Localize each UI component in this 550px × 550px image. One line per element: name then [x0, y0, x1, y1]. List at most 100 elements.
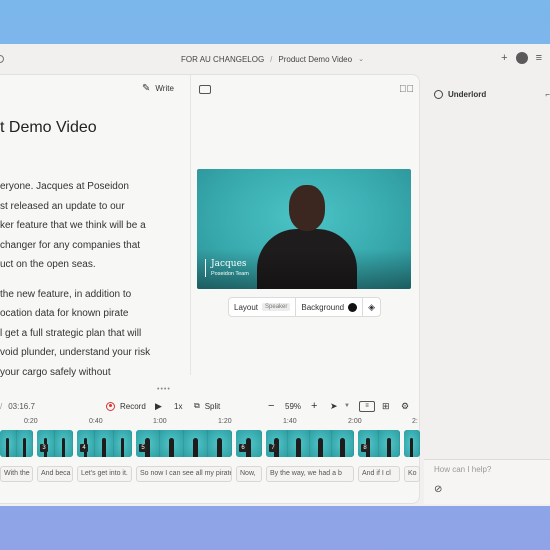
- window-control-icon[interactable]: [0, 55, 4, 63]
- paragraph: eryone. Jacques at Poseidon st released …: [0, 177, 190, 275]
- assistant-name: Underlord: [448, 90, 487, 99]
- app-window: FOR AU CHANGELOG / Product Demo Video ⌄ …: [0, 44, 550, 506]
- chevron-down-icon[interactable]: ⌄: [358, 55, 364, 63]
- assistant-header[interactable]: Underlord: [434, 90, 486, 99]
- lower-third-name: Jacques: [211, 259, 247, 269]
- lower-third-title: Poseidon Team: [211, 271, 249, 277]
- text-line: ocation data for known pirate: [0, 308, 129, 319]
- zoom-out-icon[interactable]: −: [268, 400, 274, 412]
- layers-button[interactable]: ◈: [362, 298, 380, 316]
- settings-sliders-icon[interactable]: ⚙: [401, 401, 409, 412]
- text-line: uct on the open seas.: [0, 259, 96, 270]
- text-line: your cargo safely without: [0, 366, 111, 378]
- ruler-tick: 2:00: [348, 418, 362, 425]
- video-clip[interactable]: 3: [37, 430, 73, 457]
- clip-number: 5: [139, 444, 147, 452]
- background-label: Background: [301, 302, 345, 312]
- background-button[interactable]: Background: [295, 298, 362, 316]
- text-line: the new feature, in addition to: [0, 288, 132, 300]
- menu-icon[interactable]: ≡: [536, 52, 542, 64]
- text-line: l get a full strategic plan that will: [0, 327, 142, 339]
- top-right-actions: + ≡: [501, 52, 542, 64]
- split-label: Split: [204, 401, 221, 411]
- video-clip[interactable]: 5: [136, 430, 232, 457]
- captions-icon[interactable]: ≡: [359, 400, 375, 412]
- panel-divider[interactable]: [190, 75, 191, 375]
- ruler-tick: 1:00: [153, 418, 167, 425]
- video-preview[interactable]: Jacques Poseidon Team: [197, 169, 411, 289]
- text-line: eryone. Jacques at Poseidon: [0, 181, 129, 192]
- duration: / 03:16.7: [0, 402, 35, 411]
- caption-clip[interactable]: And beca: [37, 466, 73, 482]
- background-swatch: [348, 302, 358, 312]
- clip-number: 4: [80, 444, 88, 452]
- play-icon[interactable]: ▶: [155, 401, 162, 412]
- ruler-tick: 0:40: [89, 418, 103, 425]
- text-line: void plunder, understand your risk: [0, 347, 151, 358]
- scene-controls: Layout Speaker Background ◈: [228, 297, 382, 317]
- timeline-ruler[interactable]: 0:20 0:40 1:00 1:20 1:40 2:00 2:: [0, 418, 420, 430]
- lower-third: Jacques Poseidon Team: [205, 259, 249, 277]
- split-button[interactable]: ⧉ Split: [194, 401, 220, 411]
- avatar[interactable]: [515, 52, 528, 64]
- ruler-tick: 1:40: [283, 418, 297, 425]
- split-icon: ⧉: [194, 401, 200, 410]
- assistant-sidebar: Underlord ⌐ How can I help? ⊘: [424, 74, 550, 504]
- more-icon[interactable]: ⌐: [545, 90, 550, 99]
- resize-handle[interactable]: ••••: [157, 386, 171, 393]
- zoom-level[interactable]: 59%: [285, 402, 301, 411]
- duration-value: 03:16.7: [8, 401, 35, 411]
- zoom-in-icon[interactable]: +: [311, 400, 317, 412]
- caption-clip[interactable]: So now I can see all my pirate: [136, 466, 232, 482]
- clip-number: 6: [239, 444, 247, 452]
- breadcrumb-document[interactable]: Product Demo Video: [278, 55, 352, 64]
- layers-icon: ◈: [368, 301, 376, 312]
- text-line: st released an update to our: [0, 200, 125, 212]
- clip-number: 7: [269, 444, 277, 452]
- video-clip[interactable]: [404, 430, 420, 457]
- paragraph: the new feature, in addition to ocation …: [0, 285, 190, 383]
- layout-button[interactable]: Layout Speaker: [229, 298, 295, 316]
- aspect-ratio-icon[interactable]: [199, 85, 211, 94]
- caption-clip[interactable]: Let's get into it.: [77, 466, 132, 482]
- time-separator: /: [0, 401, 3, 411]
- document-body[interactable]: eryone. Jacques at Poseidon st released …: [0, 177, 190, 392]
- video-clip[interactable]: 8: [358, 430, 400, 457]
- top-bar: FOR AU CHANGELOG / Product Demo Video ⌄ …: [0, 44, 550, 74]
- sidebar-toggle-icon[interactable]: ▯⃒: [399, 84, 414, 95]
- caption-clip[interactable]: Now,: [236, 466, 262, 482]
- record-button[interactable]: Record: [106, 401, 146, 411]
- chevron-down-icon[interactable]: ▼: [344, 403, 350, 409]
- text-line: changer for any companies that: [0, 239, 141, 251]
- video-clip[interactable]: 7: [266, 430, 354, 457]
- playback-speed[interactable]: 1x: [174, 402, 182, 411]
- video-track: 3 4 5 6 7 8: [0, 430, 420, 457]
- chat-placeholder: How can I help?: [434, 465, 492, 474]
- grid-icon[interactable]: ⊞: [382, 401, 390, 412]
- record-label: Record: [120, 401, 146, 411]
- add-collaborator-icon[interactable]: +: [501, 52, 507, 64]
- document-title[interactable]: t Demo Video: [0, 119, 97, 137]
- chat-input[interactable]: How can I help? ⊘: [424, 459, 550, 504]
- text-line: ker feature that we think will be a: [0, 220, 146, 231]
- video-clip[interactable]: 4: [77, 430, 132, 457]
- write-button[interactable]: ✎ Write: [142, 83, 174, 94]
- video-clip[interactable]: [0, 430, 33, 457]
- clip-number: 3: [40, 444, 48, 452]
- caption-clip[interactable]: Ko: [404, 466, 420, 482]
- layout-label: Layout: [234, 302, 259, 312]
- record-icon: [106, 401, 115, 411]
- timeline-toolbar: / 03:16.7 Record ▶ 1x ⧉ Split − 59% + ➤ ▼…: [0, 395, 420, 417]
- caption-clip[interactable]: By the way, we had a b: [266, 466, 354, 482]
- layout-value: Speaker: [262, 303, 291, 311]
- attachment-icon[interactable]: ⊘: [434, 484, 442, 495]
- video-clip[interactable]: 6: [236, 430, 262, 457]
- caption-track: With the ne And beca Let's get into it. …: [0, 466, 420, 482]
- breadcrumb-project[interactable]: FOR AU CHANGELOG: [181, 55, 264, 64]
- pointer-icon[interactable]: ➤: [330, 401, 338, 412]
- ruler-tick: 0:20: [24, 418, 38, 425]
- write-label: Write: [155, 84, 174, 93]
- caption-clip[interactable]: And if I cl: [358, 466, 400, 482]
- caption-clip[interactable]: With the ne: [0, 466, 33, 482]
- ruler-tick: 1:20: [218, 418, 232, 425]
